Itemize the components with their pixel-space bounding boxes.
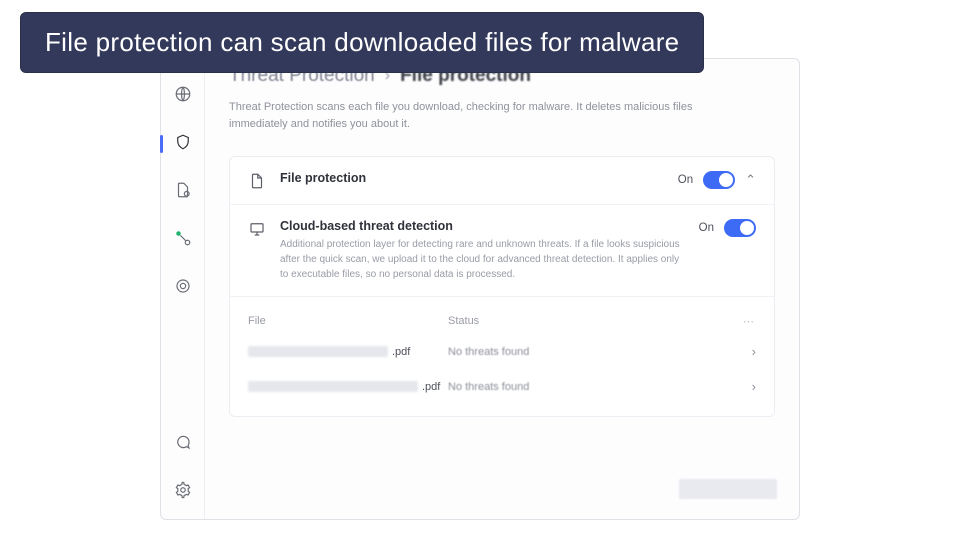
- column-header-status: Status: [448, 315, 726, 328]
- file-icon: [174, 181, 192, 204]
- setting-title: Cloud-based threat detection: [280, 219, 685, 233]
- status-label: On: [678, 174, 693, 186]
- scanned-files-table: File Status ⋯ .pdf No threats found › .p…: [230, 297, 774, 416]
- sidebar-item-file[interactable]: [170, 179, 196, 205]
- setting-row-file-protection: File protection On ⌃: [230, 157, 774, 205]
- settings-card: File protection On ⌃ Cloud-based threat …: [229, 156, 775, 417]
- app-window: Threat Protection › File protection Thre…: [160, 58, 800, 520]
- sidebar-item-settings[interactable]: [170, 479, 196, 505]
- sidebar-item-chat[interactable]: [170, 431, 196, 457]
- setting-row-cloud-detection: Cloud-based threat detection Additional …: [230, 205, 774, 297]
- shield-icon: [174, 133, 192, 156]
- gear-icon: [174, 481, 192, 504]
- chevron-right-icon: ›: [752, 379, 756, 394]
- setting-title: File protection: [280, 171, 664, 185]
- file-status: No threats found: [448, 346, 726, 358]
- toggle-file-protection[interactable]: [703, 171, 735, 189]
- sidebar-item-network[interactable]: [170, 227, 196, 253]
- status-label: On: [699, 222, 714, 234]
- toggle-cloud-detection[interactable]: [724, 219, 756, 237]
- footer-placeholder: [679, 479, 777, 499]
- chat-icon: [174, 433, 192, 456]
- file-extension: .pdf: [392, 346, 410, 358]
- sidebar-item-globe[interactable]: [170, 83, 196, 109]
- chevron-up-icon[interactable]: ⌃: [745, 172, 756, 188]
- filename-redacted: [248, 381, 418, 392]
- table-row[interactable]: .pdf No threats found ›: [248, 334, 756, 369]
- globe-icon: [174, 85, 192, 108]
- network-icon: [174, 229, 192, 252]
- sidebar-item-target[interactable]: [170, 275, 196, 301]
- filename-redacted: [248, 346, 388, 357]
- monitor-icon: [248, 220, 266, 238]
- info-banner: File protection can scan downloaded file…: [20, 12, 704, 73]
- sidebar-item-shield[interactable]: [170, 131, 196, 157]
- chevron-right-icon: ›: [752, 344, 756, 359]
- main-content: Threat Protection › File protection Thre…: [205, 59, 799, 519]
- setting-description: Additional protection layer for detectin…: [280, 237, 680, 282]
- file-extension: .pdf: [422, 381, 440, 393]
- target-icon: [174, 277, 192, 300]
- table-row[interactable]: .pdf No threats found ›: [248, 369, 756, 404]
- page-description: Threat Protection scans each file you do…: [229, 99, 739, 132]
- column-header-file: File: [248, 315, 448, 328]
- file-status: No threats found: [448, 381, 726, 393]
- more-menu-button[interactable]: ⋯: [726, 315, 756, 328]
- file-shield-icon: [248, 172, 266, 190]
- sidebar: [161, 59, 205, 519]
